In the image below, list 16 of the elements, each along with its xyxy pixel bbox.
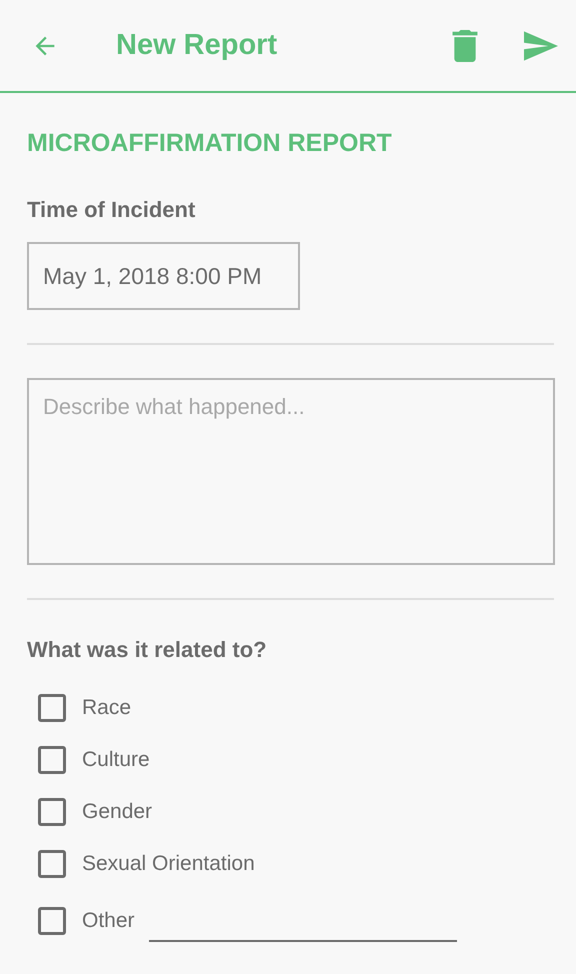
section-title: MICROAFFIRMATION REPORT — [27, 128, 393, 159]
field-label: Time of Incident — [27, 196, 196, 224]
option-label: Sexual Orientation — [82, 851, 255, 878]
option-label: Culture — [82, 747, 150, 774]
checkbox[interactable] — [38, 694, 66, 722]
checkbox[interactable] — [38, 798, 66, 826]
checkbox[interactable] — [38, 907, 66, 935]
checkbox[interactable] — [38, 746, 66, 774]
option-label: Other — [82, 908, 135, 934]
checkbox[interactable] — [38, 850, 66, 878]
screen-title: New Report — [116, 28, 278, 63]
date-field[interactable]: May 1, 2018 8:00 PM — [27, 242, 300, 310]
field-label: What was it related to? — [27, 636, 268, 664]
option-label: Gender — [82, 799, 152, 826]
description-field[interactable]: Describe what happened... — [27, 378, 555, 565]
option-label: Race — [82, 695, 132, 722]
